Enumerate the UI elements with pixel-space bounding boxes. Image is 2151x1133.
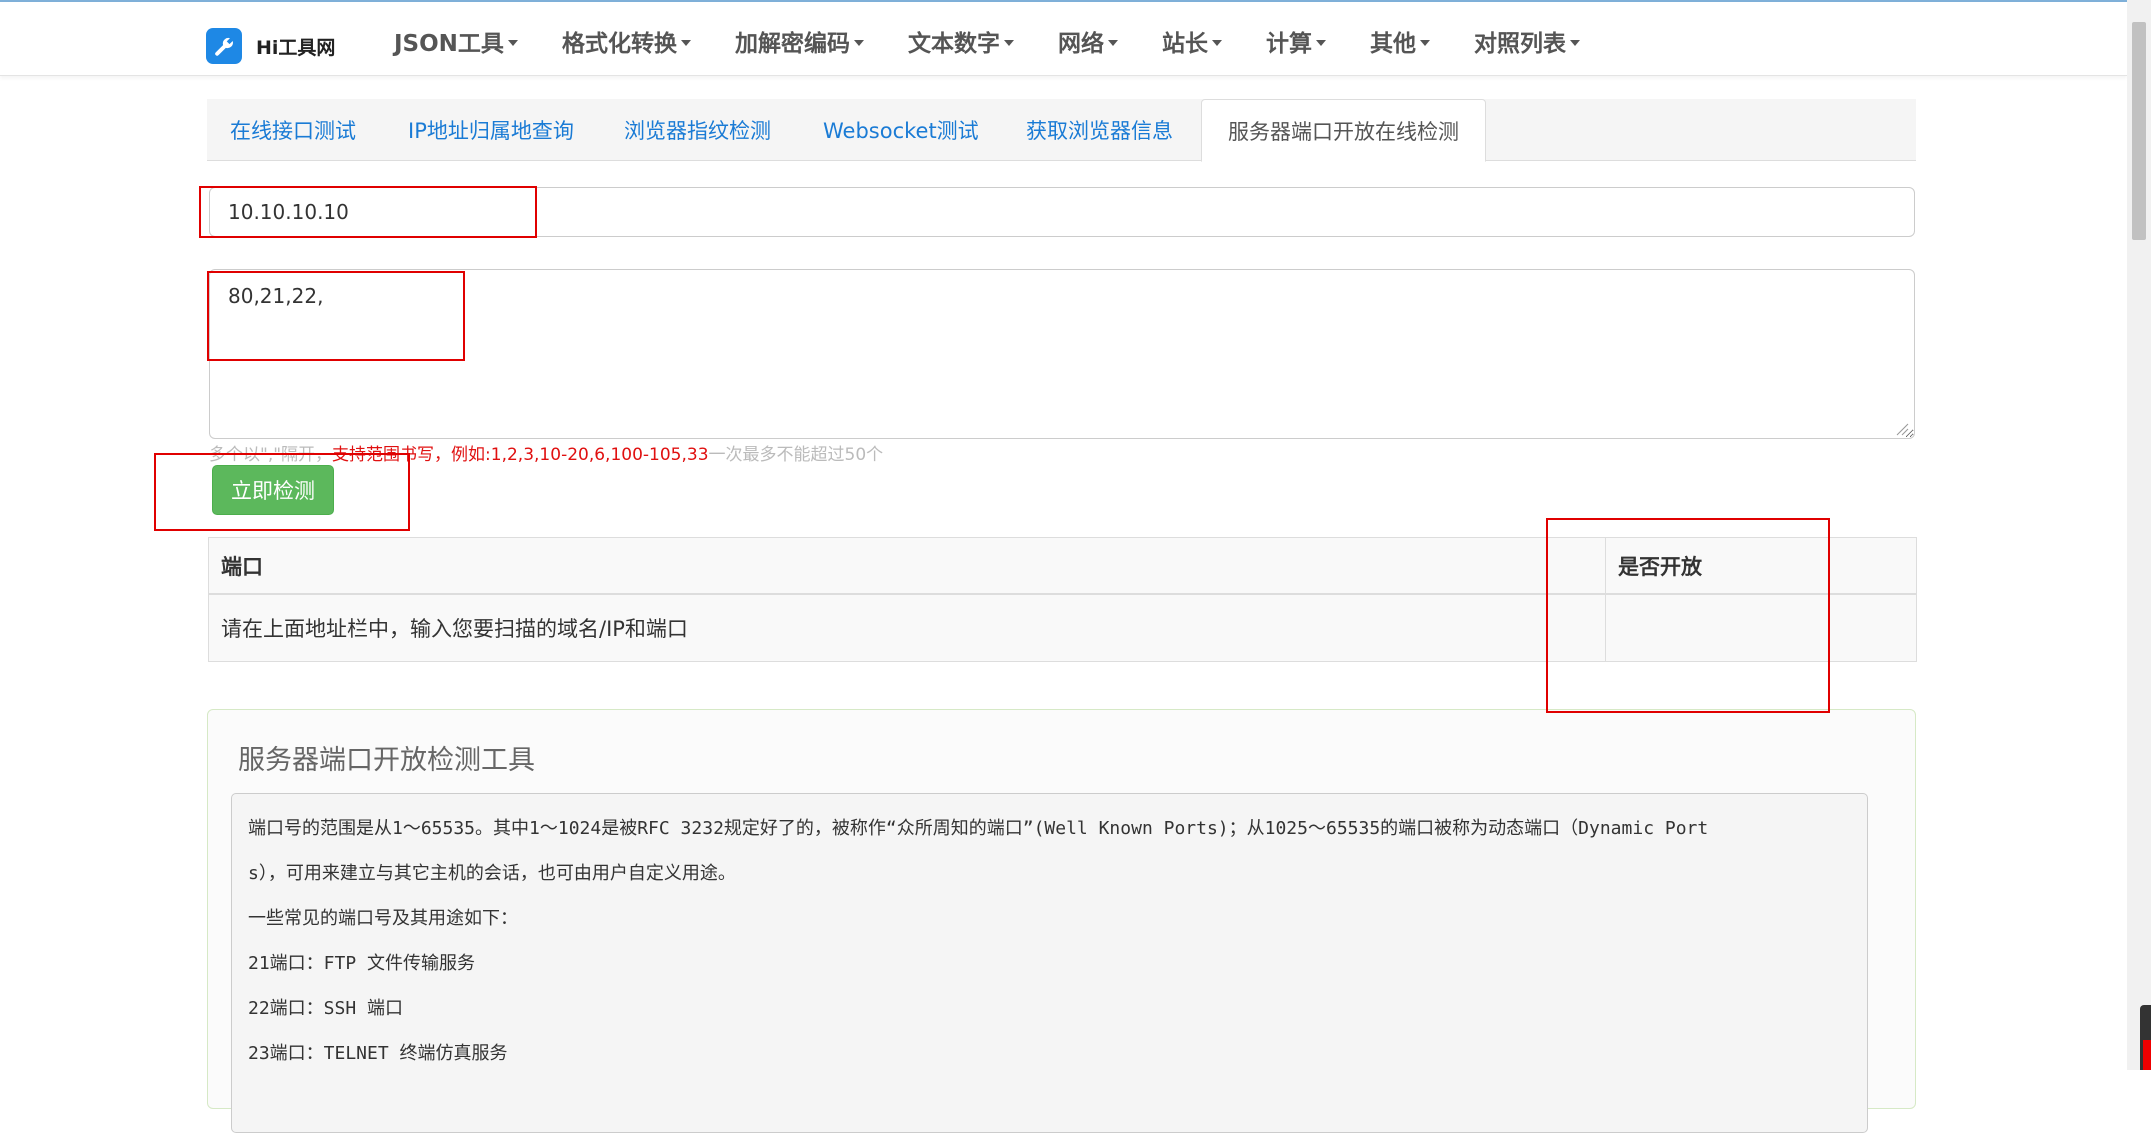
nav-label: 加解密编码 xyxy=(734,31,850,57)
nav-webmaster[interactable]: 站长 xyxy=(1162,24,1222,58)
nav-label: 其他 xyxy=(1369,31,1416,57)
hint-prefix: 多个以","隔开， xyxy=(209,445,333,465)
tool-tabs: 在线接口测试 IP地址归属地查询 浏览器指纹检测 Websocket测试 获取浏… xyxy=(207,99,1916,162)
tab-ip-location[interactable]: IP地址归属地查询 xyxy=(408,99,574,161)
nav-text-number[interactable]: 文本数字 xyxy=(908,24,1014,58)
caret-down-icon xyxy=(1107,39,1118,46)
scrollbar[interactable] xyxy=(2127,0,2151,1070)
info-line: 23端口：TELNET 终端仿真服务 xyxy=(248,1043,508,1064)
caret-down-icon xyxy=(1419,39,1430,46)
column-header-open: 是否开放 xyxy=(1605,537,1917,595)
hint-limit: 一次最多不能超过50个 xyxy=(708,445,884,465)
nav-encrypt-encode[interactable]: 加解密编码 xyxy=(735,24,864,58)
caret-down-icon xyxy=(507,39,518,46)
detect-button[interactable]: 立即检测 xyxy=(212,465,334,515)
tab-api-test[interactable]: 在线接口测试 xyxy=(230,99,356,161)
ports-hint: 多个以","隔开，支持范围书写，例如:1,2,3,10-20,6,100-105… xyxy=(209,440,883,465)
info-title: 服务器端口开放检测工具 xyxy=(238,745,535,776)
nav-reference-list[interactable]: 对照列表 xyxy=(1474,24,1580,58)
caret-down-icon xyxy=(680,39,691,46)
navbar: Hi工具网 JSON工具 格式化转换 加解密编码 文本数字 网络 站长 计算 其… xyxy=(0,2,2127,76)
nav-calc[interactable]: 计算 xyxy=(1266,24,1326,58)
host-input[interactable] xyxy=(209,187,1915,237)
tab-browser-info[interactable]: 获取浏览器信息 xyxy=(1026,99,1173,161)
nav-json-tools[interactable]: JSON工具 xyxy=(394,24,518,58)
cell-open xyxy=(1605,593,1917,662)
nav-format-convert[interactable]: 格式化转换 xyxy=(562,24,691,58)
nav-label: JSON工具 xyxy=(394,31,504,57)
caret-down-icon xyxy=(1003,39,1014,46)
nav-other[interactable]: 其他 xyxy=(1370,24,1430,58)
brand[interactable]: Hi工具网 xyxy=(206,28,335,64)
edge-widget-accent xyxy=(2143,1040,2151,1070)
nav-label: 格式化转换 xyxy=(561,31,677,57)
info-content: 端口号的范围是从1～65535。其中1～1024是被RFC 3232规定好了的，… xyxy=(231,793,1868,1133)
info-line: 22端口：SSH 端口 xyxy=(248,998,404,1019)
tab-port-scan[interactable]: 服务器端口开放在线检测 xyxy=(1201,99,1486,162)
info-panel: 服务器端口开放检测工具 端口号的范围是从1～65535。其中1～1024是被RF… xyxy=(207,709,1916,1133)
column-header-port: 端口 xyxy=(208,537,1606,595)
nav-label: 网络 xyxy=(1057,31,1104,57)
table-row: 请在上面地址栏中，输入您要扫描的域名/IP和端口 xyxy=(208,593,1917,662)
caret-down-icon xyxy=(1569,39,1580,46)
nav-label: 文本数字 xyxy=(907,31,1000,57)
cell-port: 请在上面地址栏中，输入您要扫描的域名/IP和端口 xyxy=(208,593,1606,662)
ports-textarea[interactable]: 80,21,22, xyxy=(209,269,1915,439)
resize-grip-icon[interactable] xyxy=(1895,422,1909,436)
info-line: s），可用来建立与其它主机的会话，也可由用户自定义用途。 xyxy=(248,863,736,884)
nav-menu: JSON工具 格式化转换 加解密编码 文本数字 网络 站长 计算 其他 对照列表 xyxy=(394,24,1624,58)
info-line: 21端口：FTP 文件传输服务 xyxy=(248,953,476,974)
brand-name: Hi工具网 xyxy=(256,36,336,59)
nav-label: 站长 xyxy=(1161,31,1208,57)
nav-network[interactable]: 网络 xyxy=(1058,24,1118,58)
caret-down-icon xyxy=(1211,39,1222,46)
info-line: 一些常见的端口号及其用途如下： xyxy=(248,908,518,929)
caret-down-icon xyxy=(1315,39,1326,46)
caret-down-icon xyxy=(853,39,864,46)
nav-label: 计算 xyxy=(1265,31,1312,57)
tab-browser-fingerprint[interactable]: 浏览器指纹检测 xyxy=(624,99,771,161)
nav-label: 对照列表 xyxy=(1473,31,1566,57)
tab-websocket-test[interactable]: Websocket测试 xyxy=(823,99,979,161)
scrollbar-thumb[interactable] xyxy=(2132,22,2146,240)
result-table: 端口 是否开放 请在上面地址栏中，输入您要扫描的域名/IP和端口 xyxy=(208,537,1917,662)
table-header-row: 端口 是否开放 xyxy=(208,537,1917,595)
hint-range-example: 支持范围书写，例如:1,2,3,10-20,6,100-105,33 xyxy=(332,445,709,465)
wrench-icon xyxy=(206,28,242,64)
info-line: 端口号的范围是从1～65535。其中1～1024是被RFC 3232规定好了的，… xyxy=(248,818,1709,839)
